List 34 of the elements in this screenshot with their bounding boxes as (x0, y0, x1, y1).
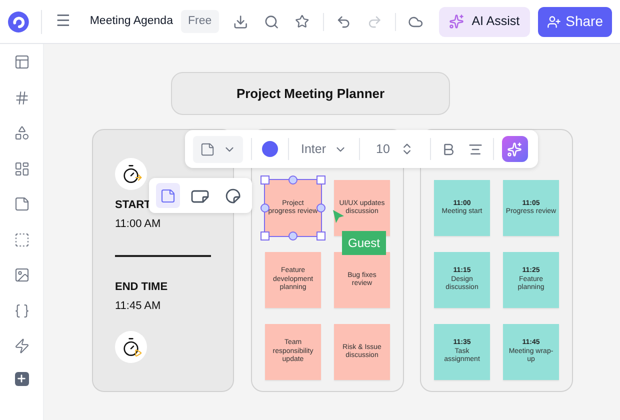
ai-magic-button[interactable] (502, 136, 528, 162)
share-button[interactable]: Share (538, 6, 612, 36)
board-title: Project Meeting Planner (236, 84, 385, 103)
logo-icon (8, 10, 29, 32)
ai-assist-button[interactable]: AI Assist (438, 6, 530, 36)
font-dropdown[interactable]: Inter (297, 140, 352, 158)
sparkles-icon (448, 14, 464, 29)
start-label: START (115, 198, 152, 213)
start-time: 11:00 AM (115, 216, 162, 232)
color-swatch[interactable] (262, 141, 278, 157)
sparkles-icon (507, 142, 522, 156)
sticky-note-icon (160, 188, 176, 204)
document-title[interactable]: Meeting Agenda (90, 12, 173, 30)
menu-button[interactable]: ☰ (50, 10, 76, 34)
user-plus-icon (546, 14, 561, 28)
shape-option[interactable] (156, 183, 180, 208)
end-time: 11:45 AM (115, 298, 162, 314)
cursor-icon (332, 209, 345, 224)
align-center-icon[interactable] (468, 142, 483, 156)
search-icon[interactable] (264, 14, 279, 30)
round-note-icon (224, 188, 241, 204)
plan-badge: Free (180, 10, 219, 34)
sticky-note-icon (200, 142, 215, 156)
timer-icon (115, 158, 147, 190)
timer-icon (115, 331, 147, 363)
undo-icon[interactable] (336, 14, 352, 30)
add-icon[interactable] (14, 372, 28, 386)
download-icon[interactable] (232, 14, 248, 30)
cursor-label: Guest (342, 231, 386, 255)
font-size-stepper[interactable]: 10 (368, 140, 422, 158)
wide-note-icon (191, 188, 210, 202)
star-icon[interactable] (295, 14, 310, 29)
end-label: END TIME (115, 280, 169, 295)
shape-dropdown[interactable] (193, 136, 243, 162)
